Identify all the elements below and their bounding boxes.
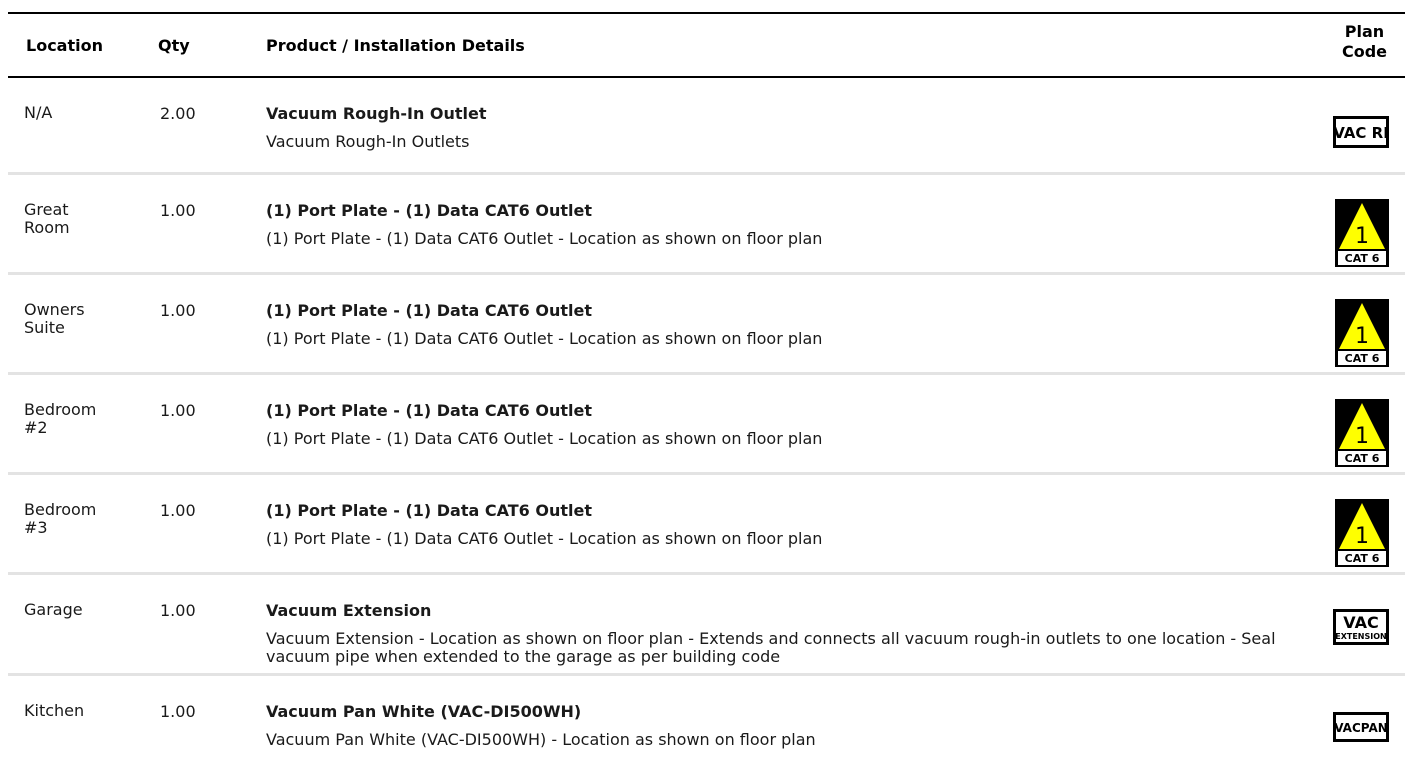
row-location: Bedroom #3: [24, 500, 97, 537]
vac-ri-icon: VAC RI: [1333, 116, 1389, 152]
header-qty: Qty: [158, 36, 190, 55]
row-description: Vacuum Rough-In Outlets: [266, 132, 470, 151]
row-location: Bedroom #2: [24, 400, 97, 437]
row-title: Vacuum Extension: [266, 601, 432, 620]
row-description: (1) Port Plate - (1) Data CAT6 Outlet - …: [266, 429, 823, 448]
svg-text:CAT 6: CAT 6: [1345, 352, 1380, 365]
row-location: Great Room: [24, 200, 70, 237]
table-row: Bedroom #2 1.00 (1) Port Plate - (1) Dat…: [8, 375, 1405, 475]
table-row: Kitchen 1.00 Vacuum Pan White (VAC-DI500…: [8, 676, 1405, 766]
cat6-triangle-icon: 1 CAT 6: [1335, 399, 1389, 471]
svg-text:1: 1: [1355, 524, 1369, 549]
row-location: Kitchen: [24, 701, 85, 720]
row-qty: 1.00: [160, 702, 196, 721]
row-qty: 1.00: [160, 201, 196, 220]
header-plan-code: Plan Code: [1341, 22, 1387, 61]
row-location: Owners Suite: [24, 300, 85, 337]
row-qty: 1.00: [160, 401, 196, 420]
row-qty: 1.00: [160, 501, 196, 520]
row-title: Vacuum Pan White (VAC-DI500WH): [266, 702, 582, 721]
row-description: (1) Port Plate - (1) Data CAT6 Outlet - …: [266, 329, 823, 348]
svg-text:CAT 6: CAT 6: [1345, 552, 1380, 565]
header-location: Location: [26, 36, 103, 55]
svg-text:VAC RI: VAC RI: [1333, 124, 1389, 142]
row-qty: 1.00: [160, 301, 196, 320]
row-qty: 2.00: [160, 104, 196, 123]
row-title: (1) Port Plate - (1) Data CAT6 Outlet: [266, 401, 592, 420]
table-row: Garage 1.00 Vacuum Extension Vacuum Exte…: [8, 575, 1405, 676]
header-product: Product / Installation Details: [266, 36, 525, 55]
svg-text:1: 1: [1355, 324, 1369, 349]
svg-text:CAT 6: CAT 6: [1345, 452, 1380, 465]
row-qty: 1.00: [160, 601, 196, 620]
row-description: Vacuum Pan White (VAC-DI500WH) - Locatio…: [266, 730, 816, 749]
row-title: Vacuum Rough-In Outlet: [266, 104, 487, 123]
row-title: (1) Port Plate - (1) Data CAT6 Outlet: [266, 301, 592, 320]
svg-text:EXTENSION: EXTENSION: [1335, 632, 1386, 641]
cat6-triangle-icon: 1 CAT 6: [1335, 299, 1389, 371]
table-row: N/A 2.00 Vacuum Rough-In Outlet Vacuum R…: [8, 78, 1405, 175]
svg-text:VAC: VAC: [1343, 613, 1378, 632]
row-title: (1) Port Plate - (1) Data CAT6 Outlet: [266, 201, 592, 220]
row-description: (1) Port Plate - (1) Data CAT6 Outlet - …: [266, 529, 823, 548]
svg-text:1: 1: [1355, 424, 1369, 449]
svg-text:1: 1: [1355, 224, 1369, 249]
table-header: Location Qty Product / Installation Deta…: [8, 14, 1405, 78]
row-location: N/A: [24, 103, 53, 122]
vac-extension-icon: VAC EXTENSION: [1333, 609, 1389, 649]
table-row: Bedroom #3 1.00 (1) Port Plate - (1) Dat…: [8, 475, 1405, 575]
table-body: N/A 2.00 Vacuum Rough-In Outlet Vacuum R…: [8, 78, 1405, 766]
row-description: Vacuum Extension - Location as shown on …: [266, 629, 1276, 666]
row-description: (1) Port Plate - (1) Data CAT6 Outlet - …: [266, 229, 823, 248]
table-row: Owners Suite 1.00 (1) Port Plate - (1) D…: [8, 275, 1405, 375]
vacpan-icon: VACPAN: [1333, 712, 1389, 746]
svg-text:CAT 6: CAT 6: [1345, 252, 1380, 265]
installation-table: Location Qty Product / Installation Deta…: [0, 0, 1413, 765]
table-row: Great Room 1.00 (1) Port Plate - (1) Dat…: [8, 175, 1405, 275]
cat6-triangle-icon: 1 CAT 6: [1335, 199, 1389, 271]
svg-text:VACPAN: VACPAN: [1334, 721, 1388, 735]
row-location: Garage: [24, 600, 83, 619]
cat6-triangle-icon: 1 CAT 6: [1335, 499, 1389, 571]
row-title: (1) Port Plate - (1) Data CAT6 Outlet: [266, 501, 592, 520]
